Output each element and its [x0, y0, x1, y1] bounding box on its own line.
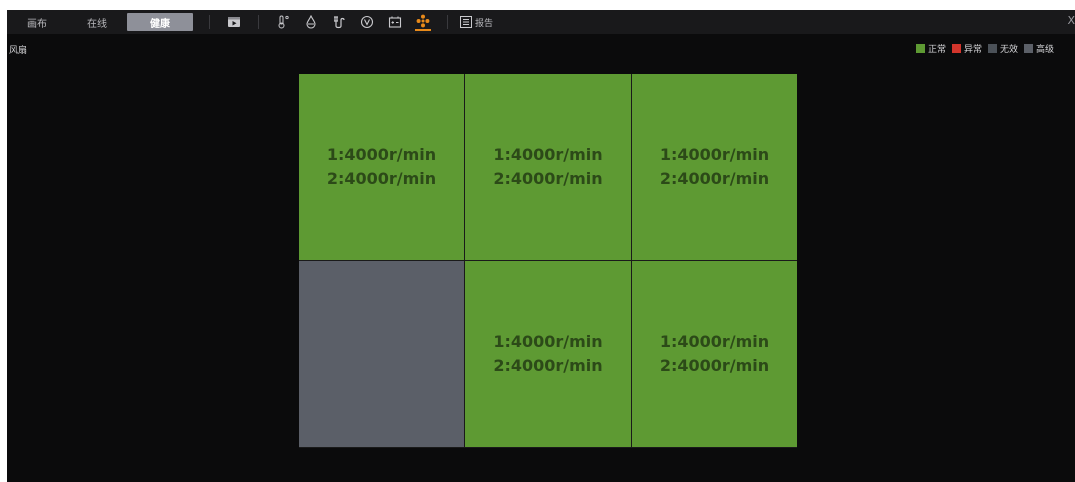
legend-swatch	[952, 44, 962, 53]
fan-cell[interactable]: 1:4000r/min 2:4000r/min	[465, 261, 631, 447]
fan-cell[interactable]	[299, 261, 464, 447]
tab-health[interactable]: 健康	[127, 13, 193, 31]
fan-speed-2: 2:4000r/min	[326, 169, 437, 188]
legend-item-invalid: 无效	[988, 42, 1018, 55]
fan-speed-1: 1:4000r/min	[326, 145, 437, 164]
legend-swatch	[1024, 44, 1034, 53]
toolbar: 画布 在线 健康 报告 X	[7, 10, 1075, 34]
voltage-icon[interactable]	[359, 14, 375, 30]
fan-speed-2: 2:4000r/min	[493, 169, 603, 188]
plug-icon[interactable]	[331, 14, 347, 30]
fan-icon[interactable]	[415, 13, 431, 31]
fan-speed-2: 2:4000r/min	[493, 356, 603, 375]
fan-speed-1: 1:4000r/min	[659, 145, 770, 164]
legend-item-advanced: 高级	[1024, 42, 1054, 55]
close-button[interactable]: X	[1067, 14, 1075, 27]
legend-label: 异常	[964, 45, 983, 55]
legend-label: 正常	[928, 45, 947, 55]
tab-canvas[interactable]: 画布	[7, 10, 67, 34]
fan-cell[interactable]: 1:4000r/min 2:4000r/min	[465, 74, 631, 260]
legend: 正常 异常 无效 高级	[916, 42, 1060, 55]
tab-online[interactable]: 在线	[67, 10, 127, 34]
legend-item-abnormal: 异常	[952, 42, 982, 55]
fan-grid: 1:4000r/min 2:4000r/min 1:4000r/min 2:4000…	[299, 74, 797, 448]
fan-cell[interactable]: 1:4000r/min 2:4000r/min	[299, 74, 464, 260]
section-title: 风扇	[9, 46, 28, 56]
legend-label: 高级	[1036, 45, 1055, 55]
report-button[interactable]: 报告	[460, 16, 493, 29]
legend-label: 无效	[1000, 45, 1019, 55]
fan-cell[interactable]: 1:4000r/min 2:4000r/min	[632, 261, 797, 447]
fan-speed-2: 2:4000r/min	[659, 169, 770, 188]
fan-speed-1: 1:4000r/min	[493, 145, 603, 164]
fan-speed-1: 1:4000r/min	[659, 332, 770, 351]
droplet-icon[interactable]	[303, 14, 319, 30]
legend-item-normal: 正常	[916, 42, 946, 55]
fan-cell[interactable]: 1:4000r/min 2:4000r/min	[632, 74, 797, 260]
report-label: 报告	[475, 18, 494, 29]
fan-speed-2: 2:4000r/min	[659, 356, 770, 375]
battery-icon[interactable]	[387, 14, 403, 30]
legend-swatch	[916, 44, 925, 53]
toolbar-divider	[447, 15, 448, 29]
toolbar-divider	[209, 15, 210, 29]
fan-speed-1: 1:4000r/min	[493, 332, 603, 351]
thermometer-icon[interactable]	[275, 14, 291, 30]
toolbar-divider	[258, 15, 259, 29]
list-icon	[460, 16, 472, 28]
monitor-icon[interactable]	[226, 14, 242, 30]
health-panel: 画布 在线 健康 报告 X 风扇 正常 异常 无效 高级 1:4000r/min…	[7, 10, 1075, 482]
legend-swatch	[988, 44, 998, 53]
